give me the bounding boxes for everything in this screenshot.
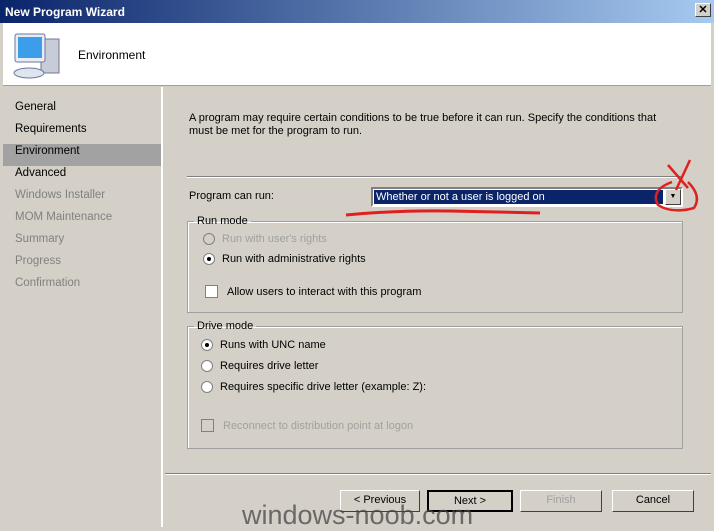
button-divider: [165, 473, 711, 475]
finish-button: Finish: [520, 490, 602, 512]
radio-admin-rights[interactable]: Run with administrative rights: [203, 253, 366, 265]
computer-icon: [13, 33, 60, 79]
radio-label: Run with administrative rights: [222, 253, 366, 265]
drive-mode-legend: Drive mode: [197, 320, 254, 332]
wizard-header: Environment: [3, 23, 711, 86]
page-title: Environment: [78, 48, 146, 62]
step-windows-installer: Windows Installer: [15, 189, 106, 201]
intro-text: A program may require certain conditions…: [189, 112, 657, 137]
radio-unc-name[interactable]: Runs with UNC name: [201, 339, 326, 351]
radio-icon: [201, 360, 213, 372]
title-bar: New Program Wizard ✕: [0, 0, 714, 23]
allow-interact-checkbox[interactable]: Allow users to interact with this progra…: [205, 285, 421, 298]
checkbox-icon: [205, 285, 218, 298]
step-summary: Summary: [15, 233, 65, 245]
radio-user-rights: Run with user's rights: [203, 233, 327, 245]
step-general[interactable]: General: [3, 100, 161, 122]
step-environment[interactable]: Environment: [3, 144, 161, 166]
step-mom-maintenance: MOM Maintenance: [15, 211, 113, 223]
step-progress: Progress: [15, 255, 62, 267]
checkbox-label: Reconnect to distribution point at logon: [223, 419, 414, 432]
radio-icon: [203, 253, 215, 265]
radio-icon: [203, 233, 215, 245]
divider: [187, 176, 683, 178]
wizard-steps: General Requirements Environment Advance…: [3, 87, 163, 527]
radio-specific-drive-letter[interactable]: Requires specific drive letter (example:…: [201, 381, 426, 393]
reconnect-checkbox: Reconnect to distribution point at logon: [201, 419, 413, 432]
step-advanced[interactable]: Advanced: [3, 166, 161, 188]
radio-drive-letter[interactable]: Requires drive letter: [201, 360, 318, 372]
watermark: windows-noob.com: [242, 500, 474, 530]
radio-icon: [201, 381, 213, 393]
radio-label: Runs with UNC name: [220, 339, 326, 351]
radio-label: Run with user's rights: [222, 233, 327, 245]
chevron-down-icon[interactable]: ▼: [665, 189, 681, 205]
step-confirmation: Confirmation: [15, 277, 81, 289]
dropdown-value: Whether or not a user is logged on: [374, 190, 663, 204]
program-can-run-dropdown[interactable]: Whether or not a user is logged on ▼: [371, 187, 683, 207]
main-panel: A program may require certain conditions…: [165, 87, 711, 527]
window-title: New Program Wizard: [5, 5, 125, 19]
radio-label: Requires specific drive letter (example:…: [220, 381, 427, 393]
program-can-run-label: Program can run:: [189, 190, 274, 202]
checkbox-label: Allow users to interact with this progra…: [227, 285, 422, 298]
checkbox-icon: [201, 419, 214, 432]
cancel-button[interactable]: Cancel: [612, 490, 694, 512]
step-requirements[interactable]: Requirements: [3, 122, 161, 144]
close-button[interactable]: ✕: [695, 3, 711, 17]
radio-label: Requires drive letter: [220, 360, 319, 372]
run-mode-legend: Run mode: [197, 215, 248, 227]
radio-icon: [201, 339, 213, 351]
